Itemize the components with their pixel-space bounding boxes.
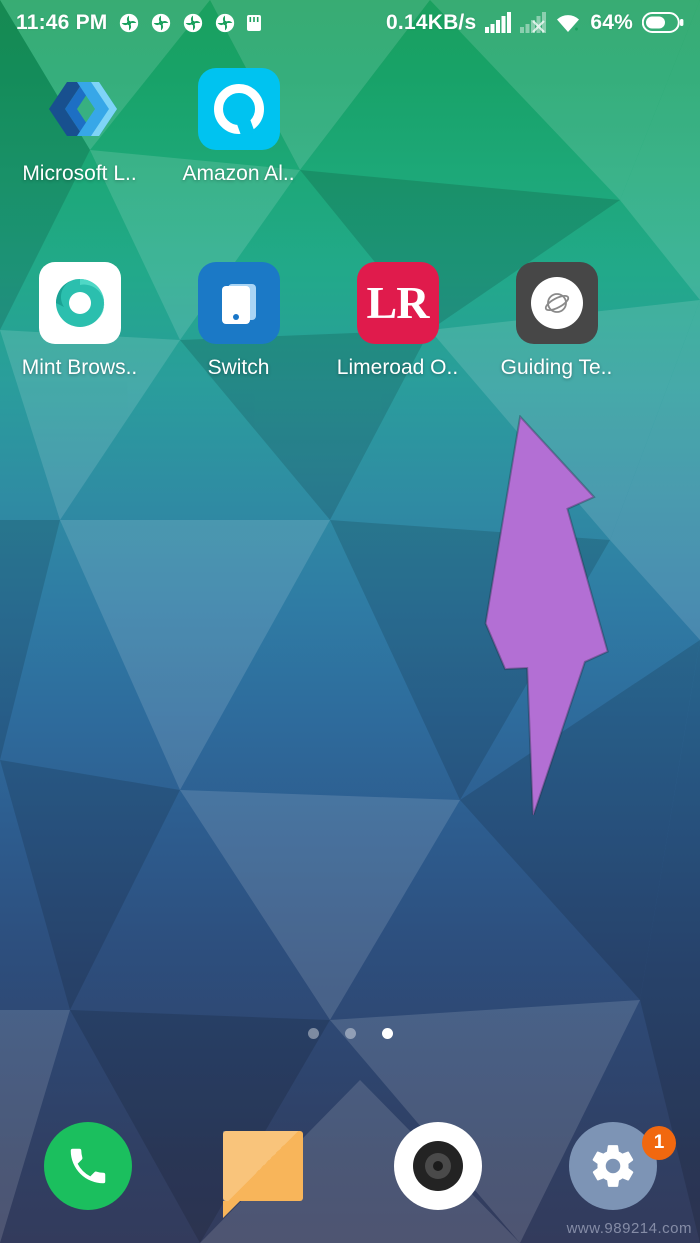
app-row-1: Microsoft L.. Amazon Al.. [0,68,700,186]
amazon-alexa-icon[interactable] [197,68,280,150]
dock-item-settings[interactable]: 1 [525,1121,700,1210]
app-icon-switch[interactable]: Switch [159,262,318,380]
app-label: Mint Brows.. [21,356,138,379]
dock-item-messages[interactable] [175,1130,350,1218]
app-icon-amazon-alexa[interactable]: Amazon Al.. [159,68,318,186]
watermark: www.989214.com [566,1220,692,1237]
app-label: Microsoft L.. [22,162,137,185]
app-icon-microsoft-launcher[interactable]: Microsoft L.. [0,68,159,186]
wifi-icon [557,15,580,32]
signal-bars-full-icon [485,12,512,33]
signal-bars-none-icon [520,12,547,33]
app-slot-empty [318,68,477,186]
status-bar-right: 0.14KB/s 64% [386,11,684,35]
microsoft-launcher-icon[interactable] [39,68,121,150]
status-bar-left: 11:46 PM [16,11,262,35]
app-icon-guiding-tech[interactable]: Guiding Te.. [477,262,636,380]
page-indicator [0,1028,700,1039]
status-bar-time: 11:46 PM [16,11,108,34]
app-row-2: Mint Brows.. Switch LR Limeroad O.. Guid… [0,262,700,380]
page-dot[interactable] [344,1028,356,1039]
status-bar: 11:46 PM 0.14KB/s 64% [0,0,700,46]
camera-icon[interactable] [393,1121,482,1210]
sync-icon [119,13,138,33]
app-icon-mint-browser[interactable]: Mint Brows.. [0,262,159,380]
dock-item-camera[interactable] [350,1121,525,1210]
app-slot-empty [477,68,636,186]
app-icon-limeroad[interactable]: LR Limeroad O.. [318,262,477,380]
sync-icon [151,13,170,33]
app-label: Switch [207,356,270,379]
app-label: Limeroad O.. [336,356,459,379]
network-speed-label: 0.14KB/s [386,11,477,34]
limeroad-icon[interactable]: LR [356,262,439,344]
page-dot[interactable] [307,1028,319,1039]
page-dot-active[interactable] [381,1028,393,1039]
annotation-arrow [484,415,609,815]
app-label: Amazon Al.. [182,162,295,185]
app-label: Guiding Te.. [500,356,613,379]
settings-badge: 1 [642,1125,676,1160]
dock-item-phone[interactable] [0,1121,175,1210]
sync-icon [215,13,234,33]
message-bubble-icon[interactable] [222,1130,303,1218]
switch-icon[interactable] [197,262,280,344]
guiding-tech-icon[interactable] [515,262,598,344]
mint-browser-icon[interactable] [38,262,121,344]
limeroad-monogram: LR [366,277,430,328]
android-home-screen: 11:46 PM 0.14KB/s 64% Microsoft L.. Amaz… [0,0,700,1243]
sync-icon [183,13,202,33]
phone-icon[interactable] [43,1121,132,1210]
battery-percent-label: 64% [590,11,633,34]
battery-icon [642,12,684,33]
sd-card-icon [246,15,261,31]
